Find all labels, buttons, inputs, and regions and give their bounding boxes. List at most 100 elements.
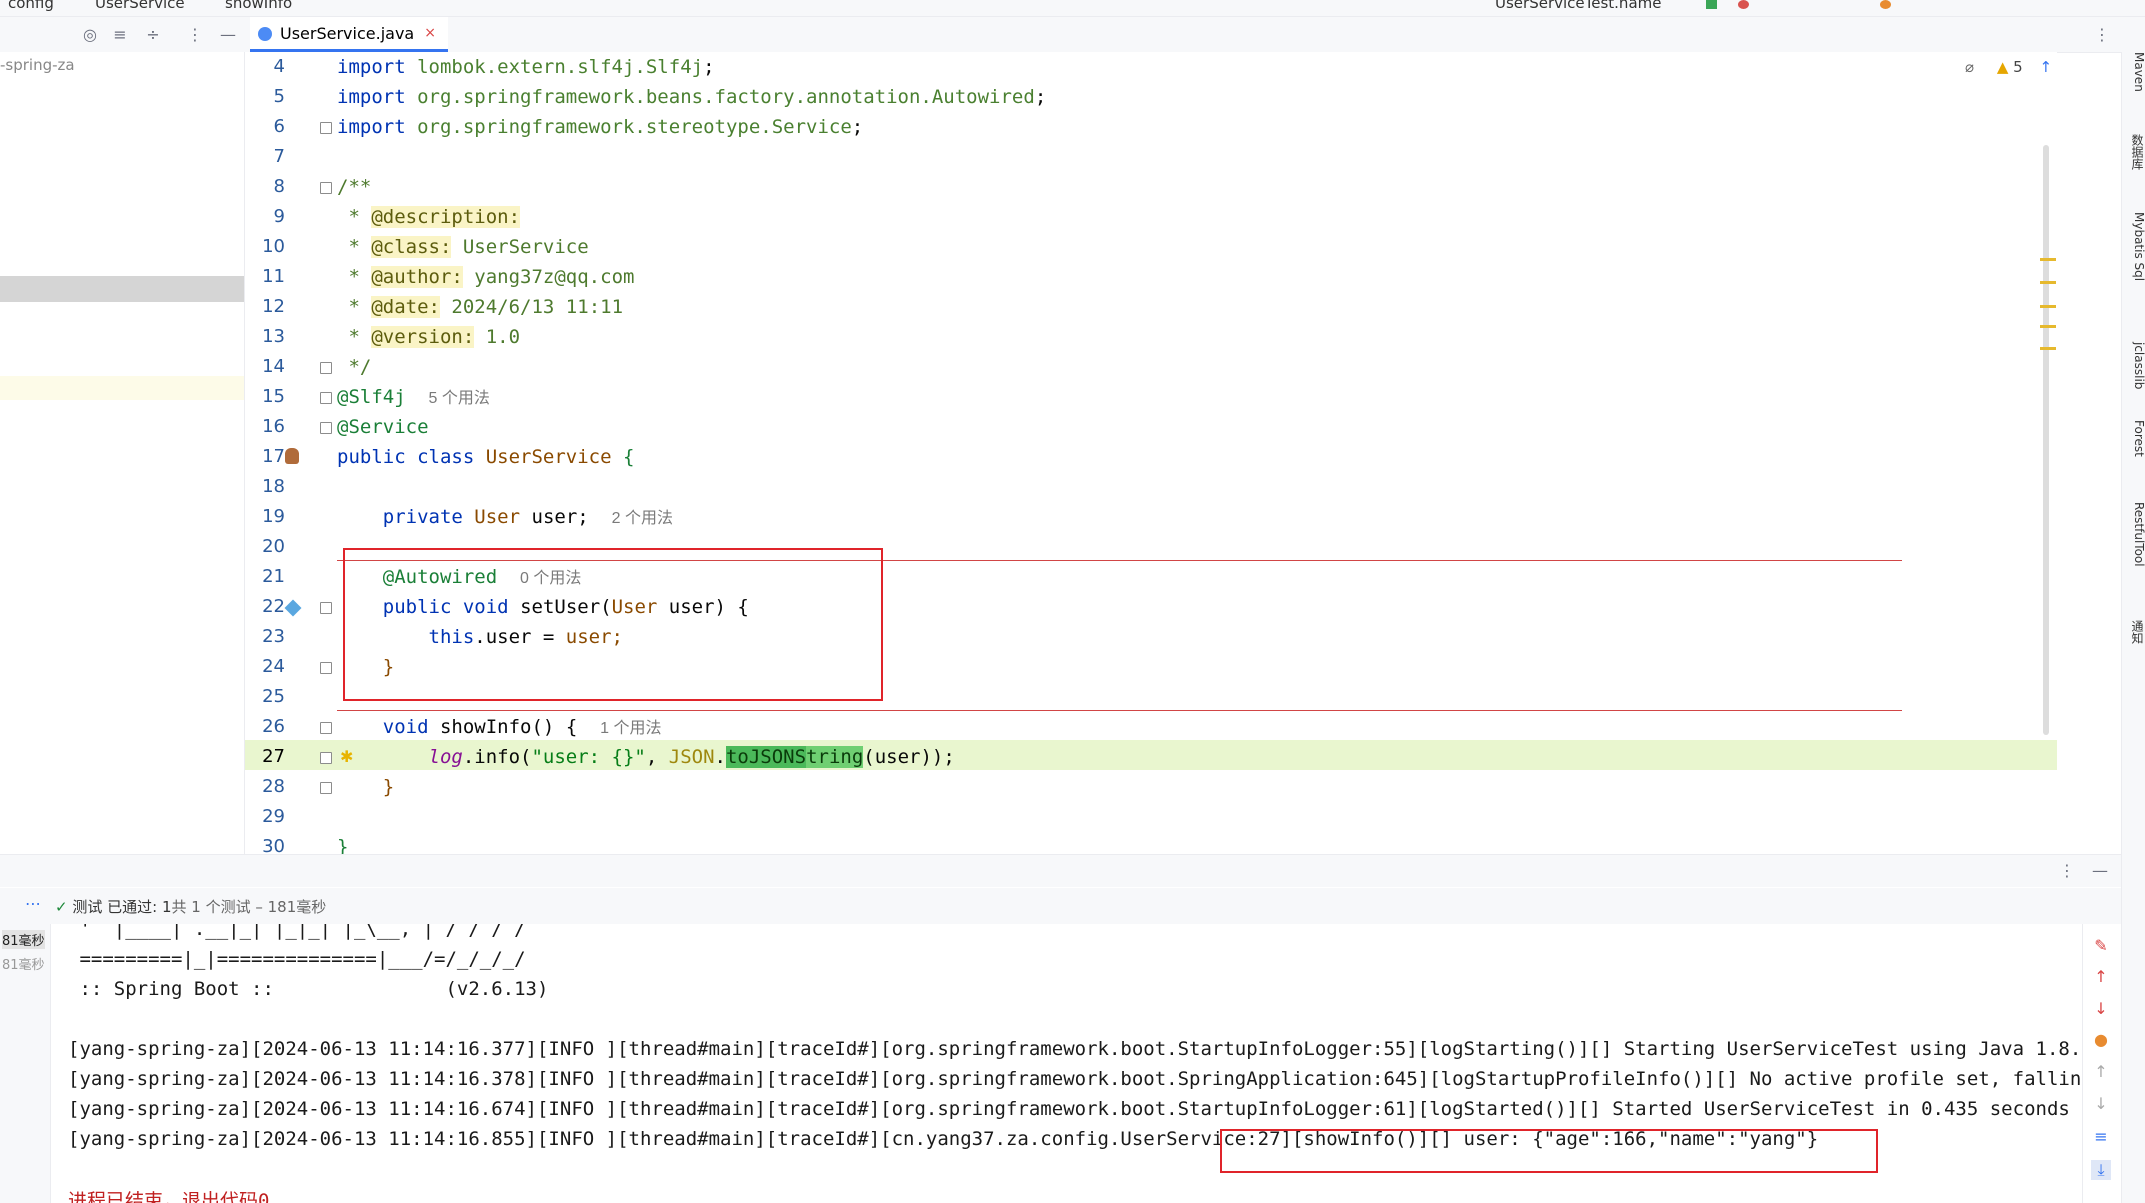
- panel-minimize-icon[interactable]: —: [2090, 861, 2110, 881]
- collapse-all-icon[interactable]: ÷: [143, 25, 163, 45]
- mybatis-sql-tool-button[interactable]: Mybatis Sql: [2122, 212, 2145, 281]
- code-editor[interactable]: 4 5 6 7 8 9 10 11 12 13 14 15 16 17 18 1…: [245, 52, 2057, 854]
- jclasslib-tool-button[interactable]: jclasslib: [2122, 342, 2145, 389]
- breadcrumb-userservice[interactable]: UserService: [95, 0, 185, 12]
- breadcrumb-config[interactable]: config: [8, 0, 54, 12]
- code-line-19: private User user; 2 个用法: [337, 502, 673, 532]
- code-line-27: log.info("user: {}", JSON.toJSONString(u…: [337, 742, 955, 772]
- fold-marker-icon[interactable]: [320, 422, 332, 434]
- expand-all-icon[interactable]: ≡: [110, 25, 130, 45]
- test-status: ✓ 测试 已通过: 1共 1 个测试 – 181毫秒: [55, 896, 326, 917]
- import-path: org.springframework.beans.factory.annota…: [417, 86, 1035, 108]
- doc-value: 2024/6/13 11:11: [451, 296, 624, 318]
- minimap-preview[interactable]: [2056, 72, 2057, 217]
- more-options-icon[interactable]: ⋮: [185, 25, 205, 45]
- line-number: 12: [262, 296, 285, 317]
- string-literal: "user: {}": [531, 746, 646, 768]
- fold-marker-icon[interactable]: [320, 122, 332, 134]
- project-tree-highlight-row[interactable]: [0, 376, 244, 400]
- debug-icon[interactable]: [1738, 0, 1749, 9]
- previous-highlight-icon[interactable]: ↑: [2039, 58, 2052, 76]
- spring-bean-icon[interactable]: [285, 448, 299, 464]
- line-number: 16: [262, 416, 285, 437]
- line-number: 30: [262, 836, 285, 854]
- next-occurrence-icon[interactable]: ↓: [2091, 999, 2111, 1019]
- usage-hint[interactable]: 2 个用法: [612, 510, 673, 527]
- code-line-6: import org.springframework.stereotype.Se…: [337, 116, 864, 138]
- keyword: void: [382, 716, 429, 738]
- notifications-tool-button[interactable]: 通知: [2122, 620, 2145, 644]
- tab-userservice-java[interactable]: UserService.java ×: [250, 17, 448, 52]
- fold-marker-icon[interactable]: [320, 782, 332, 794]
- status-detail: 共 1 个测试 – 181毫秒: [171, 898, 327, 916]
- database-tool-button[interactable]: 数据库: [2122, 134, 2145, 170]
- warning-stripe-mark[interactable]: [2040, 281, 2056, 284]
- check-icon: ✓: [55, 898, 68, 916]
- class-name: UserService: [485, 446, 612, 468]
- status-prefix: 测试 已通过:: [72, 898, 158, 916]
- line-number: 29: [262, 806, 285, 827]
- method-separator: [337, 710, 1902, 711]
- autowired-bean-icon[interactable]: [284, 599, 302, 617]
- usage-hint[interactable]: 5 个用法: [429, 390, 490, 407]
- fold-marker-icon[interactable]: [320, 722, 332, 734]
- type-name: User: [474, 506, 521, 528]
- test-tree-item[interactable]: 81毫秒: [2, 930, 45, 949]
- scroll-up-icon[interactable]: ↑: [2091, 1062, 2111, 1082]
- test-tree: 81毫秒 81毫秒: [0, 924, 51, 1203]
- run-panel-header: ⋮ —: [0, 854, 2121, 887]
- inspection-widget[interactable]: ⌀ ▲ 5 ↑ ↓: [1965, 58, 2057, 76]
- fold-marker-icon[interactable]: [320, 752, 332, 764]
- breadcrumb-showinfo[interactable]: showInfo: [225, 0, 292, 12]
- code-line-30: }: [337, 832, 348, 854]
- scroll-down-icon[interactable]: ↓: [2091, 1094, 2111, 1114]
- clear-console-icon[interactable]: ✎: [2091, 936, 2111, 956]
- panel-more-icon[interactable]: ⋮: [2057, 861, 2077, 881]
- fold-marker-icon[interactable]: [320, 182, 332, 194]
- restfultool-tool-button[interactable]: RestfulTool: [2122, 502, 2145, 567]
- line-number: 28: [262, 776, 285, 797]
- tab-more-icon[interactable]: ⋮: [2092, 25, 2112, 45]
- hide-panel-icon[interactable]: —: [218, 25, 238, 45]
- project-tree-selected-row[interactable]: [0, 276, 244, 302]
- usage-hint[interactable]: 1 个用法: [600, 720, 661, 737]
- test-tree-item[interactable]: 81毫秒: [2, 954, 45, 973]
- close-tab-icon[interactable]: ×: [424, 25, 436, 41]
- warning-stripe-mark[interactable]: [2040, 258, 2056, 261]
- logger-field: log: [428, 746, 463, 768]
- scroll-to-end-icon[interactable]: ⤓: [2091, 1160, 2111, 1180]
- profiler-icon[interactable]: [1880, 0, 1891, 9]
- locate-icon[interactable]: ◎: [80, 25, 100, 45]
- console-output[interactable]: ' |____| .__|_| |_|_| |_\__, | / / / / =…: [52, 924, 2082, 1203]
- editor-scrollbar[interactable]: [2043, 145, 2049, 735]
- more-icon[interactable]: ⋯: [25, 894, 41, 913]
- console-line: [yang-spring-za][2024-06-13 11:14:16.674…: [68, 1098, 2082, 1120]
- code-line-26: void showInfo() { 1 个用法: [337, 712, 662, 742]
- selected-text-tail[interactable]: tring: [806, 746, 864, 768]
- warning-stripe-mark[interactable]: [2040, 325, 2056, 328]
- line-number: 25: [262, 686, 285, 707]
- selected-text[interactable]: toJSONS: [725, 746, 807, 768]
- java-class-icon: [258, 27, 272, 41]
- brace: {: [623, 446, 635, 468]
- warning-stripe-mark[interactable]: [2040, 347, 2056, 350]
- fold-marker-icon[interactable]: [320, 392, 332, 404]
- run-icon[interactable]: [1706, 0, 1717, 9]
- code-line-8: /**: [337, 176, 372, 198]
- fold-marker-icon[interactable]: [320, 362, 332, 374]
- fold-marker-icon[interactable]: [320, 602, 332, 614]
- line-number: 10: [262, 236, 285, 257]
- warning-stripe-mark[interactable]: [2040, 305, 2056, 308]
- forest-tool-button[interactable]: Forest: [2122, 420, 2145, 457]
- project-root-name[interactable]: -spring-za: [0, 56, 75, 74]
- run-configuration-selector[interactable]: UserServiceTest.name: [1495, 0, 1661, 12]
- maven-tool-button[interactable]: Maven: [2122, 52, 2145, 92]
- previous-occurrence-icon[interactable]: ↑: [2091, 967, 2111, 987]
- import-path: lombok.extern.slf4j.Slf4j: [417, 56, 704, 78]
- rerun-failed-icon[interactable]: ●: [2091, 1030, 2111, 1050]
- line-number: 14: [262, 356, 285, 377]
- soft-wrap-icon[interactable]: ≡: [2091, 1127, 2111, 1147]
- eye-icon[interactable]: ⌀: [1965, 58, 1974, 76]
- fold-marker-icon[interactable]: [320, 662, 332, 674]
- doc-tag: @class:: [371, 236, 452, 258]
